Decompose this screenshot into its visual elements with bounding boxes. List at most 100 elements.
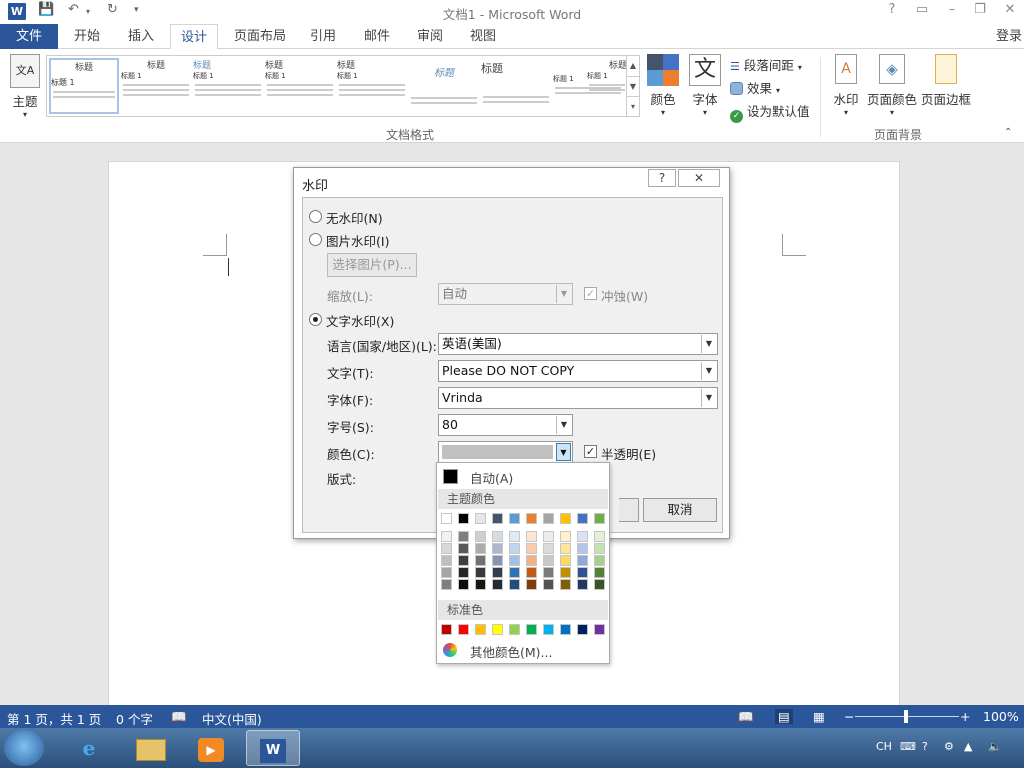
color-swatch-cell[interactable] (475, 543, 486, 554)
set-as-default-button[interactable]: ✓ 设为默认值 (730, 101, 810, 123)
font-dropdown-icon[interactable]: ▼ (701, 389, 716, 407)
color-swatch-cell[interactable] (594, 624, 605, 635)
color-swatch-cell[interactable] (543, 567, 554, 578)
color-swatch-cell[interactable] (560, 531, 571, 542)
ok-button-edge[interactable] (619, 498, 639, 522)
color-swatch-cell[interactable] (543, 579, 554, 590)
style-set-item[interactable]: 标题 标题 1 (337, 58, 407, 114)
color-swatch-cell[interactable] (526, 624, 537, 635)
color-swatch-cell[interactable] (594, 567, 605, 578)
tab-home[interactable]: 开始 (64, 24, 110, 49)
maximize-icon[interactable]: ❐ (966, 2, 994, 17)
color-swatch-cell[interactable] (543, 624, 554, 635)
picture-watermark-radio[interactable] (309, 233, 322, 246)
color-swatch-cell[interactable] (475, 624, 486, 635)
color-swatch-cell[interactable] (458, 543, 469, 554)
style-set-item[interactable]: 标题 标题 1 (265, 58, 335, 114)
color-swatch-cell[interactable] (526, 513, 537, 524)
language-dropdown-icon[interactable]: ▼ (701, 335, 716, 353)
color-swatch-cell[interactable] (475, 531, 486, 542)
color-swatch-cell[interactable] (526, 555, 537, 566)
washout-checkbox[interactable]: ✓ (584, 287, 597, 300)
read-mode-icon[interactable]: 📖 (738, 709, 754, 725)
color-swatch-cell[interactable] (492, 624, 503, 635)
scale-select[interactable]: 自动 ▼ (438, 283, 573, 305)
color-swatch-cell[interactable] (441, 531, 452, 542)
color-dropdown-icon[interactable]: ▼ (556, 443, 571, 461)
color-swatch-cell[interactable] (594, 543, 605, 554)
font-select[interactable]: Vrinda ▼ (438, 387, 718, 409)
color-swatch-cell[interactable] (509, 624, 520, 635)
color-swatch-cell[interactable] (594, 531, 605, 542)
color-swatch-cell[interactable] (475, 555, 486, 566)
style-set-item[interactable]: 标题 标题 1 (121, 58, 191, 114)
scale-dropdown-icon[interactable]: ▼ (556, 285, 571, 303)
tab-view[interactable]: 视图 (460, 24, 506, 49)
color-swatch-cell[interactable] (560, 567, 571, 578)
themes-button[interactable]: 文A 主题 ▾ (6, 54, 44, 119)
color-swatch-cell[interactable] (543, 543, 554, 554)
page-borders-button[interactable]: 页面边框 (920, 54, 972, 108)
color-swatch-cell[interactable] (509, 513, 520, 524)
style-set-item[interactable]: 标题 标题 1 (49, 58, 119, 114)
color-swatch-cell[interactable] (594, 579, 605, 590)
size-dropdown-icon[interactable]: ▼ (556, 416, 571, 434)
style-set-item[interactable]: 标题 (481, 58, 551, 114)
text-combobox[interactable]: Please DO NOT COPY ▼ (438, 360, 718, 382)
cancel-button[interactable]: 取消 (643, 498, 717, 522)
word-count[interactable]: 0 个字 (116, 709, 153, 728)
text-watermark-label[interactable]: 文字水印(X) (326, 311, 394, 330)
color-swatch-cell[interactable] (560, 555, 571, 566)
fonts-button[interactable]: 文 字体 ▾ (686, 54, 724, 117)
effects-button[interactable]: 效果 ▾ (730, 78, 780, 97)
color-swatch-cell[interactable] (458, 513, 469, 524)
color-swatch-cell[interactable] (560, 624, 571, 635)
color-swatch-cell[interactable] (526, 531, 537, 542)
colors-button[interactable]: 颜色 ▾ (644, 54, 682, 117)
zoom-slider-thumb[interactable] (904, 710, 908, 723)
tab-design[interactable]: 设计 (170, 24, 219, 50)
ie-icon[interactable]: e (62, 730, 116, 766)
color-swatch-cell[interactable] (458, 624, 469, 635)
zoom-in-icon[interactable]: + (960, 709, 970, 724)
color-swatch-cell[interactable] (458, 555, 469, 566)
print-layout-icon[interactable]: ▤ (775, 709, 793, 724)
auto-color-swatch[interactable] (443, 469, 458, 484)
start-button-icon[interactable] (4, 730, 44, 766)
color-swatch-cell[interactable] (577, 531, 588, 542)
color-swatch-cell[interactable] (526, 567, 537, 578)
color-swatch-cell[interactable] (509, 543, 520, 554)
color-swatch-cell[interactable] (492, 543, 503, 554)
help-button[interactable]: ? (878, 2, 906, 17)
auto-color-option[interactable]: 自动(A) (470, 468, 513, 487)
close-icon[interactable]: ✕ (996, 2, 1024, 17)
color-swatch-cell[interactable] (441, 624, 452, 635)
ribbon-display-options-icon[interactable]: ▭ (908, 2, 936, 17)
input-language[interactable]: CH (876, 740, 892, 753)
zoom-out-icon[interactable]: − (844, 709, 854, 724)
tab-page-layout[interactable]: 页面布局 (224, 24, 296, 49)
select-picture-button[interactable]: 选择图片(P)... (327, 253, 417, 277)
color-swatch-cell[interactable] (458, 567, 469, 578)
color-swatch-cell[interactable] (492, 513, 503, 524)
color-select[interactable]: ▼ (438, 441, 573, 463)
word-icon[interactable]: W (246, 730, 300, 766)
color-swatch-cell[interactable] (441, 555, 452, 566)
color-swatch-cell[interactable] (560, 513, 571, 524)
gallery-more-icon[interactable]: ▾ (627, 96, 639, 115)
show-hidden-icons-icon[interactable]: ▲ (964, 740, 972, 753)
color-swatch-cell[interactable] (441, 579, 452, 590)
style-set-item[interactable]: 标题 (409, 58, 479, 114)
color-swatch-cell[interactable] (441, 543, 452, 554)
color-swatch-cell[interactable] (577, 513, 588, 524)
color-swatch-cell[interactable] (492, 579, 503, 590)
dialog-close-button[interactable]: ✕ (678, 169, 720, 187)
gallery-scrollbar[interactable]: ▲ ▼ ▾ (626, 56, 639, 116)
tab-file[interactable]: 文件 (0, 24, 58, 49)
color-swatch-cell[interactable] (577, 624, 588, 635)
tab-insert[interactable]: 插入 (118, 24, 164, 49)
zoom-level[interactable]: 100% (983, 709, 1019, 724)
text-watermark-radio[interactable] (309, 313, 322, 326)
web-layout-icon[interactable]: ▦ (813, 709, 825, 724)
page-count[interactable]: 第 1 页，共 1 页 (7, 709, 101, 728)
